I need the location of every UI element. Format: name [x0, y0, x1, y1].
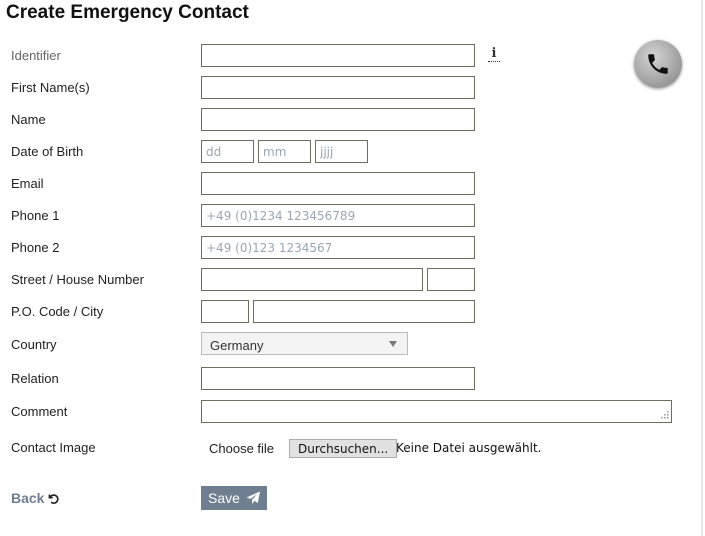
house-number-input[interactable] [427, 268, 475, 291]
info-icon[interactable]: i [488, 47, 500, 62]
relation-input[interactable] [201, 367, 475, 390]
save-label: Save [208, 490, 240, 506]
phone2-input[interactable] [201, 236, 475, 259]
phone2-label: Phone 2 [11, 240, 60, 255]
undo-icon [49, 494, 60, 504]
choose-file-label: Choose file [209, 441, 275, 456]
email-input[interactable] [201, 172, 475, 195]
phone1-input[interactable] [201, 204, 475, 227]
send-icon [246, 491, 261, 505]
name-label: Name [11, 112, 46, 127]
birth-year-input[interactable] [315, 140, 368, 163]
country-select[interactable]: Germany [201, 332, 408, 355]
street-label: Street / House Number [11, 272, 144, 287]
date-of-birth-label: Date of Birth [11, 144, 84, 159]
relation-label: Relation [11, 371, 59, 386]
po-city-label: P.O. Code / City [11, 304, 104, 319]
street-input[interactable] [201, 268, 423, 291]
save-button[interactable]: Save [201, 486, 267, 510]
first-names-label: First Name(s) [11, 80, 90, 95]
phone-icon[interactable] [634, 40, 682, 88]
comment-textarea[interactable] [201, 400, 672, 423]
birth-day-input[interactable] [201, 140, 254, 163]
resize-grip-icon[interactable] [659, 409, 669, 419]
identifier-input[interactable] [201, 44, 475, 67]
contact-image-label: Contact Image [11, 440, 96, 455]
country-label: Country [11, 337, 57, 352]
first-names-input[interactable] [201, 76, 475, 99]
page-edge-divider [701, 0, 703, 536]
phone1-label: Phone 1 [11, 208, 60, 223]
browse-button[interactable]: Durchsuchen... [289, 439, 398, 458]
chevron-down-icon [389, 341, 397, 347]
email-label: Email [11, 176, 44, 191]
file-status-text: Keine Datei ausgewählt. [396, 441, 542, 455]
name-input[interactable] [201, 108, 475, 131]
page-title: Create Emergency Contact [6, 2, 249, 23]
back-link[interactable]: Back [11, 490, 60, 506]
identifier-label: Identifier [11, 48, 61, 63]
country-selected-value: Germany [210, 338, 264, 353]
po-code-input[interactable] [201, 300, 249, 323]
back-label: Back [11, 490, 45, 506]
birth-month-input[interactable] [258, 140, 311, 163]
comment-label: Comment [11, 404, 68, 419]
city-input[interactable] [253, 300, 475, 323]
